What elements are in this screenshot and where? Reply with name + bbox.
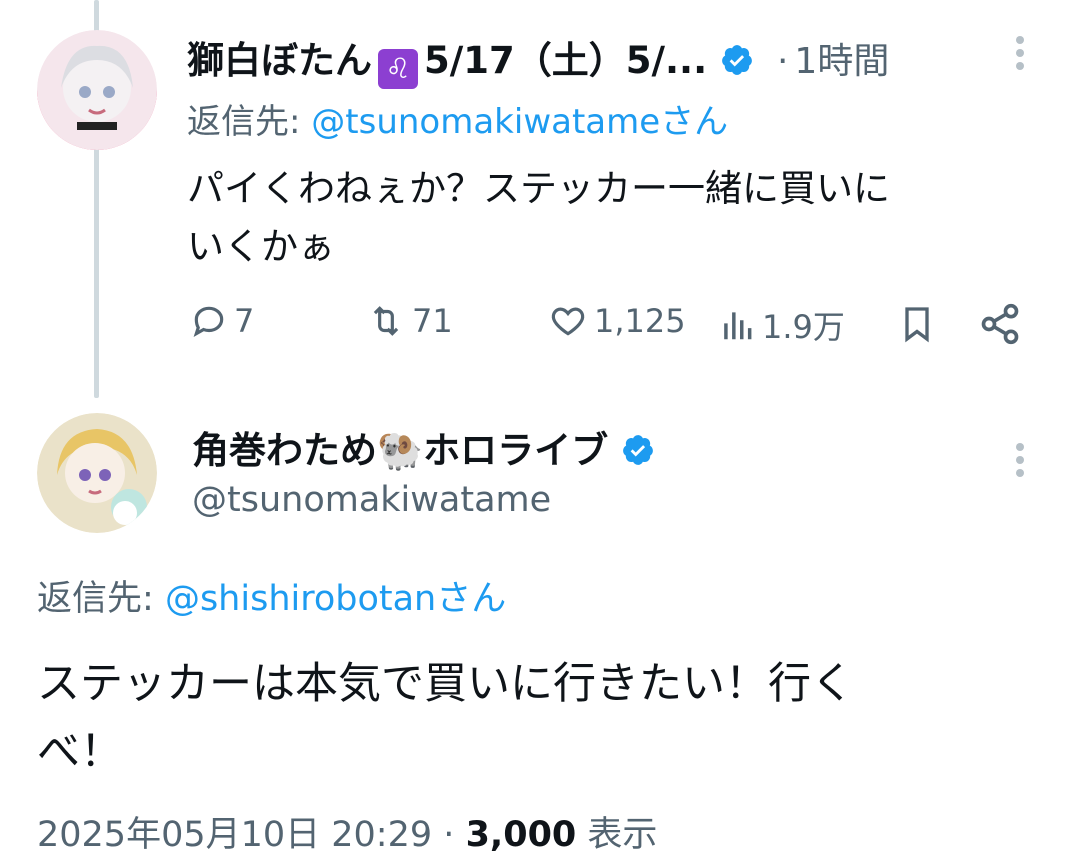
verified-badge-icon — [623, 435, 653, 465]
author-display-name[interactable]: 角巻わため🐏ホロライブ — [192, 420, 655, 474]
retweet-count: 71 — [412, 302, 453, 340]
analytics-bar-icon — [724, 312, 752, 340]
reply-to-label: 返信先: — [187, 102, 301, 142]
author-handle[interactable]: @tsunomakiwatame — [192, 480, 551, 520]
reply-to-line: 返信先: @shishirobotanさん — [37, 570, 506, 621]
time-separator: · — [776, 41, 789, 82]
tweet-text-line: いくかぁ — [187, 225, 335, 268]
dot-icon — [1016, 49, 1024, 57]
tweet-meta: 2025年05月10日 20:29 · 3,000 表示 — [37, 806, 657, 857]
display-name-text: 獅白ぼたん — [187, 39, 372, 82]
like-count: 1,125 — [594, 302, 686, 340]
tweet-timestamp[interactable]: 1時間 — [794, 41, 889, 82]
dot-icon — [1016, 443, 1024, 451]
dot-icon — [1016, 36, 1024, 44]
display-name-suffix: ホロライブ — [423, 429, 609, 472]
like-button[interactable]: 1,125 — [548, 302, 686, 340]
reply-to-line: 返信先: @tsunomakiwatameさん — [187, 94, 728, 143]
verified-badge-icon — [722, 45, 752, 75]
avatar-shishiro-botan[interactable] — [37, 30, 157, 150]
retweet-button[interactable]: 71 — [366, 302, 453, 340]
dot-icon — [1016, 62, 1024, 70]
tweet-text: パイくわねぇか？ステッカー一緒に買いに いくかぁ — [187, 160, 890, 276]
share-button[interactable] — [978, 302, 1022, 350]
view-count: 1.9万 — [762, 308, 845, 346]
dot-icon — [1016, 456, 1024, 464]
tweet-text: ステッカーは本気で買いに行きたい！行く べ！ — [37, 650, 854, 786]
dot-icon — [1016, 469, 1024, 477]
reply-count: 7 — [234, 302, 255, 340]
more-options-button[interactable] — [1014, 36, 1026, 70]
zodiac-leo-icon: ♌ — [378, 49, 418, 89]
display-name-text: 角巻わため — [192, 429, 377, 472]
reply-to-handle-link[interactable]: @tsunomakiwatameさん — [311, 102, 728, 142]
reply-icon — [193, 306, 224, 338]
tweet-text-line: パイくわねぇか？ステッカー一緒に買いに — [187, 167, 890, 210]
heart-icon — [551, 307, 585, 336]
meta-separator: · — [443, 815, 455, 855]
avatar-image — [37, 413, 157, 533]
tweet-date[interactable]: 2025年05月10日 20:29 — [37, 815, 432, 855]
tweet-text-line: べ！ — [37, 727, 123, 777]
bookmark-icon — [905, 307, 929, 343]
view-count: 3,000 — [465, 815, 577, 855]
share-icon — [981, 303, 1019, 345]
author-display-name[interactable]: 獅白ぼたん ♌ 5/17（土）5/... · 1時間 — [187, 30, 889, 89]
view-label: 表示 — [587, 815, 658, 855]
reply-button[interactable]: 7 — [190, 302, 254, 340]
bookmark-button[interactable] — [897, 302, 937, 350]
retweet-icon — [373, 306, 399, 336]
reply-to-handle-link[interactable]: @shishirobotanさん — [165, 579, 506, 619]
display-name-suffix: 5/17（土）5/... — [424, 39, 708, 82]
avatar-image — [37, 30, 157, 150]
avatar-tsunomaki-watame[interactable] — [37, 413, 157, 533]
sheep-emoji-icon: 🐏 — [377, 429, 424, 472]
reply-to-label: 返信先: — [37, 579, 154, 619]
views-button[interactable]: 1.9万 — [718, 302, 845, 348]
more-options-button[interactable] — [1014, 443, 1026, 477]
tweet-text-line: ステッカーは本気で買いに行きたい！行く — [37, 659, 854, 709]
